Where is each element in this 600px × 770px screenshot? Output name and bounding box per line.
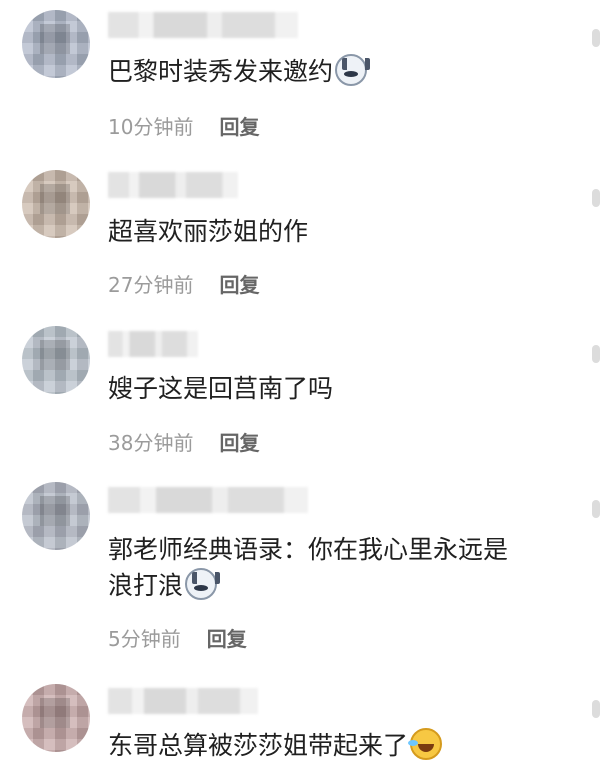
- more-options-icon[interactable]: [592, 700, 600, 718]
- comment-text: 嫂子这是回莒南了吗: [108, 371, 333, 407]
- comment-meta: 27分钟前 回复: [108, 269, 259, 298]
- husky-emoji: [185, 568, 221, 600]
- comment-text: 东哥总算被莎莎姐带起来了: [108, 728, 443, 764]
- avatar[interactable]: [22, 170, 90, 238]
- username-blurred[interactable]: [108, 487, 308, 513]
- timestamp: 27分钟前: [108, 273, 194, 297]
- username-blurred[interactable]: [108, 172, 238, 198]
- avatar[interactable]: [22, 326, 90, 394]
- username-blurred[interactable]: [108, 331, 198, 357]
- comment-meta: 5分钟前 回复: [108, 623, 247, 652]
- reply-button[interactable]: 回复: [219, 431, 259, 455]
- username-blurred[interactable]: [108, 12, 298, 38]
- reply-button[interactable]: 回复: [207, 627, 247, 651]
- avatar[interactable]: [22, 482, 90, 550]
- timestamp: 38分钟前: [108, 431, 194, 455]
- comment-meta: 10分钟前 回复: [108, 111, 259, 140]
- comment-text-line-1: 郭老师经典语录：你在我心里永远是: [108, 535, 509, 564]
- husky-emoji: [335, 54, 371, 86]
- more-options-icon[interactable]: [592, 500, 600, 518]
- comment-text: 巴黎时装秀发来邀约: [108, 54, 371, 90]
- comment-text-content: 嫂子这是回莒南了吗: [108, 374, 334, 403]
- more-options-icon[interactable]: [592, 189, 600, 207]
- timestamp: 10分钟前: [108, 115, 194, 139]
- username-blurred[interactable]: [108, 688, 258, 714]
- comment-text-content: 超喜欢丽莎姐的作: [108, 217, 309, 246]
- timestamp: 5分钟前: [108, 627, 181, 651]
- comment-text-line-2-content: 浪打浪: [108, 571, 184, 600]
- comment-text-content: 巴黎时装秀发来邀约: [108, 57, 334, 86]
- more-options-icon[interactable]: [592, 29, 600, 47]
- comment-text: 超喜欢丽莎姐的作: [108, 214, 308, 250]
- comment-text: 郭老师经典语录：你在我心里永远是 浪打浪: [108, 532, 508, 604]
- comment-text-content: 东哥总算被莎莎姐带起来了: [108, 731, 409, 760]
- laughing-emoji: [408, 728, 443, 760]
- more-options-icon[interactable]: [592, 345, 600, 363]
- avatar[interactable]: [22, 684, 90, 752]
- comment-meta: 38分钟前 回复: [108, 427, 259, 456]
- reply-button[interactable]: 回复: [219, 273, 259, 297]
- reply-button[interactable]: 回复: [219, 115, 259, 139]
- comment-text-line-2: 浪打浪: [108, 568, 508, 604]
- avatar[interactable]: [22, 10, 90, 78]
